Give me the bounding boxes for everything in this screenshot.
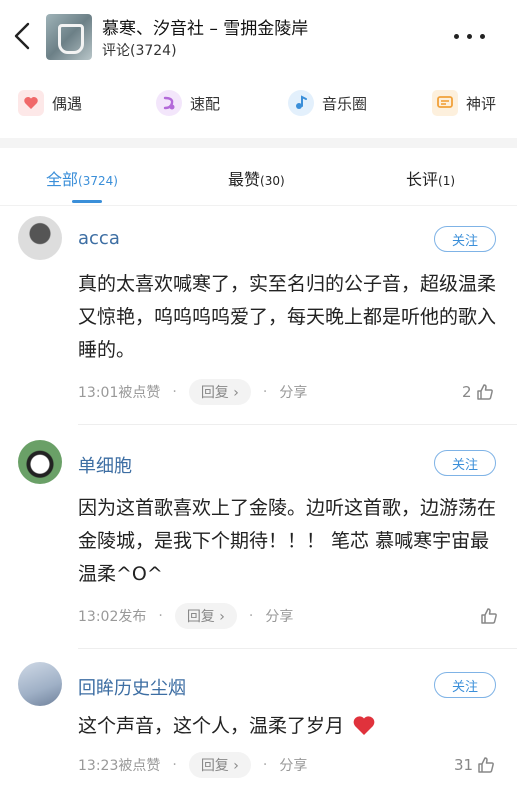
shortcut-label: 神评 (466, 94, 497, 113)
like-count: 31 (454, 756, 474, 774)
username[interactable]: acca (78, 228, 120, 249)
shortcut-encounter[interactable]: 偶遇 (18, 86, 82, 120)
comment-time: 13:02发布 (78, 609, 147, 625)
separator-dot: · (262, 757, 268, 773)
comment-text-row: 这个声音，这个人，温柔了岁月 (78, 710, 498, 743)
username[interactable]: 回眸历史尘烟 (78, 674, 186, 700)
music-circle-icon (288, 90, 314, 116)
like-button[interactable]: 2 (462, 379, 495, 405)
share-button[interactable]: 分享 (279, 382, 307, 402)
shortcut-top-comment[interactable]: 神评 (432, 86, 496, 120)
comment-count: 评论(3724) (102, 43, 177, 59)
song-title: 慕寒、汐音社 – 雪拥金陵岸 (102, 19, 309, 39)
comment-text: 因为这首歌喜欢上了金陵。边听这首歌，边游荡在金陵城，是我下个期待！！！ 笔芯 慕… (78, 497, 497, 585)
tab-label: 全部 (46, 170, 79, 189)
comment-tabs: 全部(3724) 最赞(30) 长评(1) (0, 148, 517, 206)
tab-count: (30) (260, 174, 285, 188)
comment-meta: 13:02发布 · 回复 › · 分享 (78, 603, 293, 629)
comment-meta: 13:01被点赞 · 回复 › · 分享 (78, 379, 307, 405)
shortcut-label: 速配 (190, 94, 221, 113)
follow-button[interactable]: 关注 (434, 226, 496, 252)
like-count: 2 (462, 383, 472, 401)
tab-label: 最赞 (228, 170, 261, 189)
red-heart-icon (353, 716, 375, 735)
encounter-icon (18, 90, 44, 116)
shortcut-label: 音乐圈 (322, 94, 368, 113)
comment-divider (78, 648, 517, 649)
thumbs-up-icon (478, 757, 494, 773)
avatar[interactable] (18, 440, 62, 484)
separator-dot: · (262, 384, 268, 400)
comment-meta: 13:23被点赞 · 回复 › · 分享 (78, 752, 307, 778)
separator-dot: · (158, 608, 163, 624)
tab-all[interactable]: 全部(3724) (46, 166, 118, 190)
share-button[interactable]: 分享 (265, 606, 293, 626)
reply-button[interactable]: 回复 › (174, 603, 237, 629)
tab-long-reviews[interactable]: 长评(1) (406, 166, 455, 190)
active-tab-indicator (72, 200, 102, 203)
username[interactable]: 单细胞 (78, 452, 132, 478)
top-comment-icon (432, 90, 458, 116)
section-separator (0, 138, 517, 148)
thumbs-up-icon (476, 384, 493, 400)
tab-count: (3724) (78, 174, 118, 188)
more-options-icon[interactable] (452, 24, 488, 48)
shortcut-quick-match[interactable]: 速配 (156, 86, 220, 120)
follow-button[interactable]: 关注 (434, 450, 496, 476)
follow-button[interactable]: 关注 (434, 672, 496, 698)
reply-button[interactable]: 回复 › (188, 379, 251, 405)
separator-dot: · (248, 608, 254, 624)
shortcut-label: 偶遇 (52, 94, 83, 113)
tab-count: (1) (438, 174, 456, 188)
separator-dot: · (172, 757, 177, 773)
tab-label: 长评 (406, 170, 439, 189)
quick-match-icon (156, 90, 182, 116)
comment-divider (78, 424, 517, 425)
comment-time: 13:01被点赞 (78, 385, 161, 401)
like-button[interactable] (476, 603, 499, 629)
shortcut-music-circle[interactable]: 音乐圈 (288, 86, 367, 120)
tab-most-liked[interactable]: 最赞(30) (228, 166, 285, 190)
separator-dot: · (172, 384, 177, 400)
comment-time: 13:23被点赞 (78, 758, 161, 774)
album-cover[interactable] (46, 14, 92, 60)
comment-text: 这个声音，这个人，温柔了岁月 (78, 715, 345, 737)
like-button[interactable]: 31 (454, 752, 496, 778)
shortcut-bar: 偶遇 速配 音乐圈 神评 (0, 80, 517, 128)
comment-text: 真的太喜欢喊寒了，实至名归的公子音，超级温柔又惊艳，呜呜呜呜爱了，每天晚上都是听… (78, 273, 497, 361)
avatar[interactable] (18, 662, 62, 706)
thumbs-up-icon (481, 608, 497, 624)
back-arrow-icon[interactable] (8, 18, 36, 54)
reply-button[interactable]: 回复 › (188, 752, 251, 778)
avatar[interactable] (18, 216, 62, 260)
header: 慕寒、汐音社 – 雪拥金陵岸 评论(3724) (0, 0, 517, 78)
share-button[interactable]: 分享 (279, 755, 307, 775)
